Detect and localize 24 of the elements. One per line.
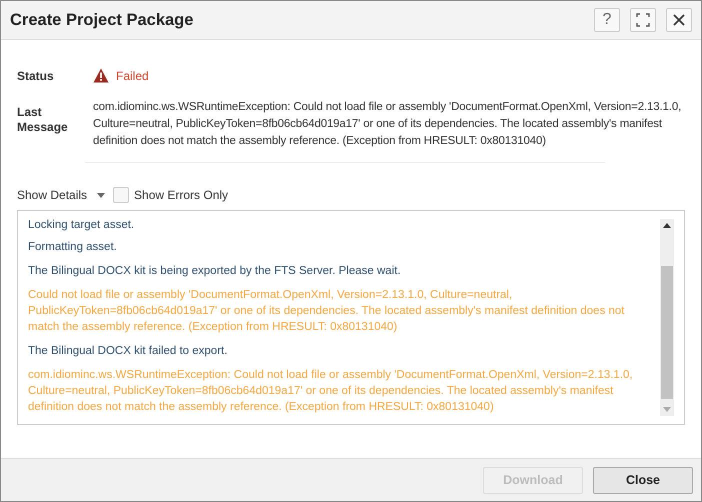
log-line: Could not load file or assembly 'DocumentFormat.OpenXml, Version=2.13.1.0, Culture=neutral, PublicKeyToken=8fb06cb64d019a17' or one of its dependencies. The located assembly's manifest definition does not match the assembly reference. (Exception from HRESULT: 0x80131040): [28, 288, 626, 335]
window-title: Create Project Package: [10, 10, 194, 30]
help-button[interactable]: ?: [594, 8, 620, 32]
scroll-up-icon[interactable]: [663, 223, 671, 228]
errors-only-checkbox[interactable]: [113, 187, 130, 203]
status-value: Failed: [116, 68, 149, 82]
log-line: com.idiominc.ws.WSRuntimeException: Could not load file or assembly 'DocumentFormat.OpenXml, Version=2.13.1.0, Culture=neutral, PublicKeyToken=8fb06cb64d019a17' or one of its dependencies. The located assembly's manifest definition does not match the assembly reference. (Exception from HRESULT: 0x80131040): [28, 368, 634, 415]
maximize-button[interactable]: [630, 8, 656, 32]
log-line: The Bilingual DOCX kit is being exported by the FTS Server. Please wait.: [28, 264, 402, 279]
log-line: Locking target asset.: [28, 219, 136, 233]
errors-only-label[interactable]: Show Errors Only: [134, 188, 228, 202]
footer-button[interactable]: Close: [593, 466, 693, 494]
last-message-text: com.idiominc.ws.WSRuntimeException: Could not load file or assembly 'DocumentFormat.OpenXml, Version=2.13.1.0, Culture=neutral, PublicKeyToken=8fb06cb64d019a17' or one of its dependencies. The located assembly's manifest definition does not match the assembly reference. (Exception from HRESULT: 0x80131040): [93, 100, 682, 149]
log-line: The Bilingual DOCX kit failed to export.: [28, 344, 228, 359]
warning-icon: [93, 68, 109, 83]
close-icon: [672, 13, 686, 27]
close-button[interactable]: [666, 8, 692, 32]
caret-icon: [97, 192, 106, 198]
maximize-icon: [636, 13, 650, 27]
log-line: Formatting asset.: [28, 240, 118, 255]
status-label: Status: [17, 68, 55, 82]
scrollbar[interactable]: [660, 219, 674, 416]
last-message-label: Last Message: [17, 105, 69, 135]
show-details-dropdown[interactable]: Show Details: [17, 188, 106, 202]
